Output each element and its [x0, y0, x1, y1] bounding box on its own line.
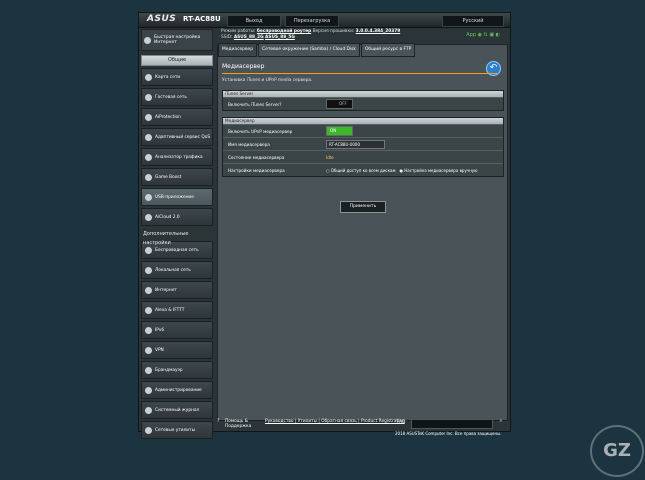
share-all-disks-radio[interactable]: ○ Общий доступ ко всем дискам — [326, 168, 396, 173]
general-header: Общие — [141, 55, 213, 66]
sidebar-item-administration[interactable]: Администрирование — [141, 381, 213, 399]
router-ui-frame: ASUS RT-AC88U Выход Перезагрузка Русский… — [138, 12, 511, 439]
firmware-label: Версия прошивки: — [312, 29, 355, 34]
tab-samba-cloud-disk[interactable]: Сетевое окружение (Samba) / Cloud Disk — [258, 43, 360, 57]
quick-setup-button[interactable]: Быстрая настройка Интернет — [141, 29, 213, 51]
tab-bar: Медиасервер Сетевое окружение (Samba) / … — [218, 43, 416, 57]
sidebar-item-ipv6[interactable]: IPv6 — [141, 321, 213, 339]
language-select[interactable]: Русский — [442, 15, 504, 27]
help-icon: ? — [217, 419, 220, 424]
itunes-toggle[interactable]: OFF — [326, 99, 353, 109]
tab-media-server[interactable]: Медиасервер — [218, 43, 258, 57]
network-map-icon — [145, 73, 152, 81]
search-icon[interactable]: ⌕ — [500, 419, 502, 424]
upnp-toggle[interactable]: ON — [326, 126, 353, 136]
sidebar-item-game-boost[interactable]: Game Boost — [141, 168, 213, 186]
game-boost-icon — [145, 173, 152, 181]
sidebar-item-vpn[interactable]: VPN — [141, 341, 213, 359]
mode-label: Режим работы: — [221, 29, 256, 34]
server-state-value: Idle — [326, 154, 334, 160]
administration-icon — [145, 386, 152, 394]
itunes-label: Включить iTunes Server? — [228, 101, 282, 107]
footer: ? Помощь & Поддержка Руководство | Утили… — [217, 418, 506, 430]
internet-icon — [145, 286, 152, 294]
media-server-table: Медиасервер Включить UPnP медиасервер ON… — [222, 117, 504, 177]
server-name-row: Имя медиасервера RT-AC88U-0000 — [223, 137, 503, 150]
sidebar-item-wan[interactable]: Интернет — [141, 281, 213, 299]
aicloud-icon — [145, 213, 152, 221]
app-label: App — [466, 32, 476, 38]
aiprotection-icon — [145, 113, 152, 121]
logout-button[interactable]: Выход — [227, 15, 281, 27]
reboot-button[interactable]: Перезагрузка — [285, 15, 339, 27]
sidebar-item-lan[interactable]: Локальная сеть — [141, 261, 213, 279]
firewall-icon — [145, 366, 152, 374]
sidebar-item-network-tools[interactable]: Сетевые утилиты — [141, 421, 213, 439]
server-name-input[interactable]: RT-AC88U-0000 — [326, 139, 385, 149]
server-name-label: Имя медиасервера — [228, 141, 270, 147]
server-settings-label: Настройки медиасервера — [228, 167, 285, 173]
top-bar: ASUS RT-AC88U Выход Перезагрузка Русский — [139, 13, 510, 28]
manual-config-radio[interactable]: ● Настройка медиасервера вручную — [400, 168, 478, 173]
traffic-analyzer-icon — [145, 153, 152, 161]
model-name: RT-AC88U — [183, 15, 221, 23]
advanced-header: Дополнительные настройки — [143, 231, 189, 246]
sidebar-item-alexa[interactable]: Alexa & IFTTT — [141, 301, 213, 319]
sidebar-item-network-map[interactable]: Карта сети — [141, 68, 213, 86]
server-state-label: Состояние медиасервера — [228, 154, 285, 160]
sidebar: Быстрая настройка Интернет Общие Карта с… — [141, 29, 213, 439]
sidebar-item-qos[interactable]: Адаптивный сервис QoS — [141, 128, 213, 146]
title-divider — [222, 73, 497, 74]
page-title: Медиасервер — [222, 63, 265, 70]
sidebar-item-usb-application[interactable]: USB-приложение — [141, 188, 213, 206]
qos-icon — [145, 133, 152, 141]
ssid-label: SSID: — [221, 35, 233, 40]
server-settings-row: Настройки медиасервера ○ Общий доступ ко… — [223, 163, 503, 176]
quick-setup-icon — [144, 36, 151, 44]
itunes-server-table: iTunes Server Включить iTunes Server? OF… — [222, 90, 504, 111]
vpn-icon — [145, 346, 152, 354]
status-info: Режим работы: беспроводной роутер Версия… — [221, 29, 400, 41]
main-content: Медиасервер Сетевое окружение (Samba) / … — [217, 43, 508, 421]
itunes-server-row: Включить iTunes Server? OFF — [223, 97, 503, 110]
apply-button[interactable]: Применить — [340, 201, 386, 213]
ssid-2g-link[interactable]: ASUS_88_2G — [234, 35, 264, 40]
sidebar-item-system-log[interactable]: Системный журнал — [141, 401, 213, 419]
upnp-label: Включить UPnP медиасервер — [228, 128, 293, 134]
lan-icon — [145, 266, 152, 274]
mode-value-link[interactable]: беспроводной роутер — [257, 29, 311, 34]
firmware-value-link[interactable]: 3.0.0.4.384_20379 — [356, 29, 401, 34]
faq-search-input[interactable] — [411, 419, 493, 429]
faq-label: FAQ — [397, 420, 406, 425]
asus-logo: ASUS — [147, 14, 177, 24]
upnp-row: Включить UPnP медиасервер ON — [223, 124, 503, 137]
sidebar-item-firewall[interactable]: Брандмауэр — [141, 361, 213, 379]
page-description: Установка iTunes и UPnP media сервера. — [222, 78, 313, 83]
network-tools-icon — [145, 426, 152, 434]
status-icons: App ◉ ⇅ ▣ ◐ — [466, 32, 500, 38]
alexa-icon — [145, 306, 152, 314]
usb-application-icon — [145, 193, 152, 201]
copyright-text: 2018 ASUSTeK Computer Inc. Все права защ… — [395, 431, 502, 436]
guest-network-icon — [145, 93, 152, 101]
server-state-row: Состояние медиасервера Idle — [223, 150, 503, 163]
sidebar-item-aiprotection[interactable]: AiProtection — [141, 108, 213, 126]
sidebar-item-aicloud[interactable]: AiCloud 2.0 — [141, 208, 213, 226]
system-log-icon — [145, 406, 152, 414]
site-watermark-logo: GZ — [590, 425, 644, 477]
sidebar-item-traffic-analyzer[interactable]: Анализатор трафика — [141, 148, 213, 166]
sidebar-item-guest-network[interactable]: Гостевая сеть — [141, 88, 213, 106]
wireless-icon — [145, 246, 152, 254]
tab-ftp-share[interactable]: Общий ресурс в FTP — [360, 43, 416, 57]
ssid-5g-link[interactable]: ASUS_88_5G — [265, 35, 295, 40]
help-link[interactable]: Помощь & Поддержка — [225, 419, 263, 429]
ipv6-icon — [145, 326, 152, 334]
quick-setup-label: Быстрая настройка Интернет — [154, 35, 201, 45]
footer-links[interactable]: Руководство | Утилиты | Обратная связь |… — [265, 419, 415, 424]
